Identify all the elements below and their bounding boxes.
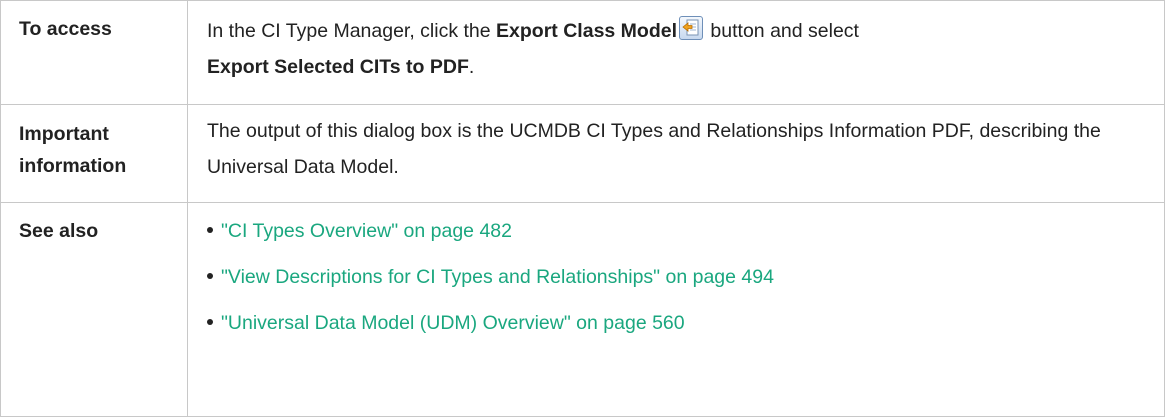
export-selected-cits-option: Export Selected CITs to PDF bbox=[207, 56, 469, 78]
link-ci-types-overview[interactable]: "CI Types Overview" on page 482 bbox=[221, 220, 512, 242]
info-table: To access In the CI Type Manager, click … bbox=[0, 0, 1165, 417]
row-label-to-access: To access bbox=[0, 0, 188, 105]
bullet-icon bbox=[207, 273, 213, 279]
table-row-to-access: To access In the CI Type Manager, click … bbox=[0, 0, 1165, 105]
table-row-important-information: Important information The output of this … bbox=[0, 104, 1165, 203]
bullet-icon bbox=[207, 227, 213, 233]
row-label-see-also: See also bbox=[0, 202, 188, 417]
table-row-see-also: See also "CI Types Overview" on page 482… bbox=[0, 202, 1165, 417]
link-view-descriptions[interactable]: "View Descriptions for CI Types and Rela… bbox=[221, 266, 774, 288]
export-class-model-icon bbox=[679, 16, 704, 40]
access-text-before: In the CI Type Manager, click the bbox=[207, 20, 497, 42]
row-content-important-information: The output of this dialog box is the UCM… bbox=[187, 104, 1165, 203]
see-also-link-list: "CI Types Overview" on page 482 "View De… bbox=[207, 208, 1144, 346]
list-item: "Universal Data Model (UDM) Overview" on… bbox=[207, 300, 1144, 346]
list-item: "CI Types Overview" on page 482 bbox=[207, 208, 1144, 254]
label-important: Important bbox=[19, 123, 109, 145]
link-udm-overview[interactable]: "Universal Data Model (UDM) Overview" on… bbox=[221, 312, 685, 334]
row-content-to-access: In the CI Type Manager, click the Export… bbox=[187, 0, 1165, 105]
access-text-middle: button and select bbox=[705, 20, 859, 42]
row-content-see-also: "CI Types Overview" on page 482 "View De… bbox=[187, 202, 1165, 417]
access-text-end: . bbox=[468, 56, 475, 78]
row-label-important-information: Important information bbox=[0, 104, 188, 203]
export-class-model-button-name: Export Class Model bbox=[496, 20, 678, 42]
label-information: information bbox=[19, 155, 127, 177]
bullet-icon bbox=[207, 319, 213, 325]
list-item: "View Descriptions for CI Types and Rela… bbox=[207, 254, 1144, 300]
